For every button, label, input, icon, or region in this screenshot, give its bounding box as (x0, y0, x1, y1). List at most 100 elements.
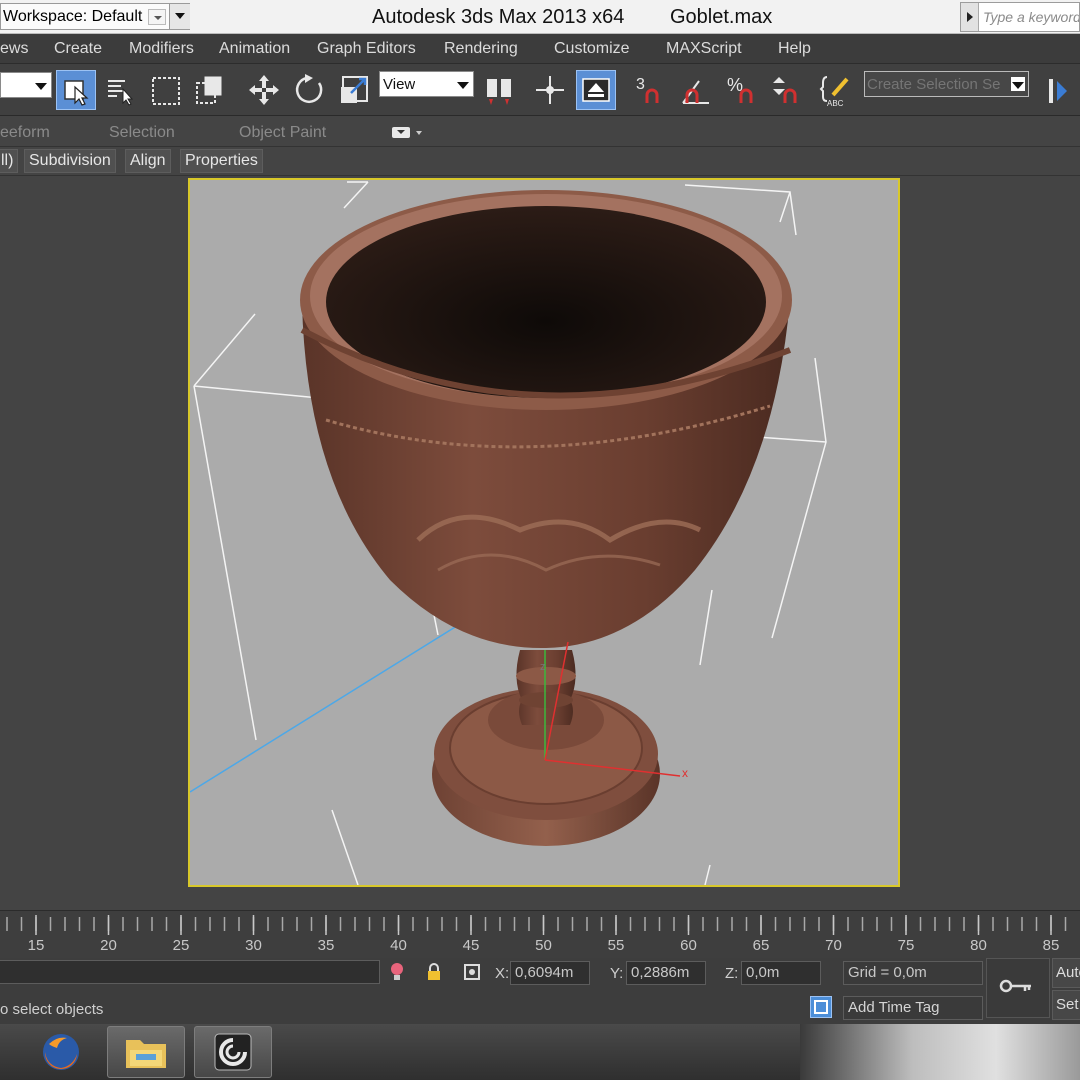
select-and-rotate-icon (295, 74, 323, 104)
z-coord-label: Z: (725, 965, 739, 982)
timeline-frame-label: 55 (608, 937, 625, 954)
angle-snap-button[interactable] (676, 70, 716, 110)
z-coord-field[interactable]: 0,0m (741, 961, 821, 985)
transform-mode-icon (464, 964, 480, 980)
menu-graph-editors[interactable]: Graph Editors (317, 40, 416, 58)
select-and-move-icon (249, 75, 279, 105)
angle-snap-icon (682, 80, 709, 104)
taskbar-3ds-max[interactable] (194, 1026, 272, 1078)
chevron-down-icon (456, 77, 470, 91)
snaps-toggle-button[interactable]: 3 (630, 70, 670, 110)
selection-lock-toggle[interactable] (423, 961, 445, 983)
panel-button-all[interactable]: ll) (0, 149, 19, 173)
panel-button-properties[interactable]: Properties (180, 149, 263, 173)
timeline-ruler: 15 20 25 30 35 40 45 50 55 60 65 70 75 80 85 (6, 915, 1067, 954)
timeline-frame-label: 15 (28, 937, 45, 954)
spinner-snap-button[interactable] (766, 70, 806, 110)
named-selection-sets-dropdown[interactable] (864, 71, 1029, 97)
quick-access-dropdown-button[interactable] (169, 4, 190, 29)
timeline-frame-label: 80 (970, 937, 987, 954)
title-bar: Workspace: Default Autodesk 3ds Max 2013… (0, 0, 1080, 34)
select-object-icon (64, 80, 89, 106)
panel-button-align[interactable]: Align (125, 149, 171, 173)
percent-snap-icon: % (727, 75, 753, 103)
x-coord-field[interactable]: 0,6094m (510, 961, 590, 985)
set-key-button[interactable] (986, 958, 1050, 1018)
timeline-frame-label: 45 (463, 937, 480, 954)
x-coord-label: X: (495, 965, 510, 982)
menu-customize[interactable]: Customize (554, 40, 630, 58)
menu-views[interactable]: ews (0, 40, 28, 58)
y-coord-field[interactable]: 0,2886m (626, 961, 706, 985)
add-time-tag-field[interactable]: Add Time Tag (843, 996, 983, 1020)
grid-size-field: Grid = 0,0m (843, 961, 983, 985)
spinner-snap-icon (773, 77, 797, 103)
menu-animation[interactable]: Animation (219, 40, 290, 58)
chevron-down-icon (34, 78, 48, 92)
reference-coordinate-dropdown[interactable]: View (379, 71, 474, 97)
named-selection-sets-input[interactable] (867, 74, 1007, 94)
select-by-name-button[interactable] (100, 70, 140, 110)
workspace-dropdown-arrow-icon[interactable] (148, 9, 166, 25)
timeline-frame-label: 75 (898, 937, 915, 954)
perspective-viewport[interactable]: x z (188, 178, 900, 887)
window-crossing-button[interactable] (190, 70, 230, 110)
timeline-frame-label: 30 (245, 937, 262, 954)
edit-named-selection-button[interactable]: ABC (816, 70, 856, 110)
infocenter-search[interactable] (960, 2, 1080, 32)
ribbon-options-button[interactable] (392, 125, 428, 141)
menu-modifiers[interactable]: Modifiers (129, 40, 194, 58)
maxscript-listener-field[interactable] (0, 960, 380, 984)
select-and-rotate-button[interactable] (290, 70, 330, 110)
use-pivot-center-button[interactable] (480, 70, 520, 110)
keyboard-shortcut-override-icon (582, 78, 610, 102)
mirror-button[interactable] (1040, 70, 1080, 110)
lock-icon (428, 963, 440, 980)
workspace-dropdown[interactable]: Workspace: Default (0, 3, 190, 30)
time-slider-track[interactable]: 15 20 25 30 35 40 45 50 55 60 65 70 75 80 85 (0, 910, 1080, 958)
ribbon-tab-freeform[interactable]: eeform (0, 124, 50, 142)
isolate-selection-button[interactable] (386, 961, 408, 983)
main-toolbar: View 3 % ABC Create Selection Se (0, 64, 1080, 116)
menu-create[interactable]: Create (54, 40, 102, 58)
ribbon-panel-row: ll) Subdivision Align Properties (0, 147, 1080, 176)
select-object-button[interactable] (56, 70, 96, 110)
snaps-toggle-icon: 3 (636, 76, 659, 103)
3ds-max-icon (214, 1033, 252, 1071)
status-bar: X: 0,6094m Y: 0,2886m Z: 0,0m Grid = 0,0… (0, 958, 1080, 1024)
workspace-label: Workspace: Default (3, 8, 143, 25)
time-tag-toggle[interactable] (810, 996, 832, 1018)
use-pivot-center-icon (487, 79, 511, 105)
desktop-wallpaper (800, 1024, 1080, 1080)
taskbar-firefox[interactable] (22, 1026, 100, 1078)
mirror-icon (1049, 79, 1067, 103)
percent-snap-button[interactable]: % (722, 70, 762, 110)
select-and-scale-button[interactable] (334, 70, 374, 110)
select-and-manipulate-button[interactable] (530, 70, 570, 110)
timeline-frame-label: 85 (1043, 937, 1060, 954)
menu-help[interactable]: Help (778, 40, 811, 58)
keyboard-shortcut-override-button[interactable] (576, 70, 616, 110)
auto-key-button[interactable]: Auto (1052, 958, 1080, 988)
ribbon-tab-selection[interactable]: Selection (109, 124, 175, 142)
ribbon-display-icon (392, 127, 410, 138)
x-axis-label: x (682, 766, 688, 780)
panel-button-subdivision[interactable]: Subdivision (24, 149, 116, 173)
file-title: Goblet.max (670, 6, 773, 28)
y-coord-label: Y: (610, 965, 624, 982)
menu-rendering[interactable]: Rendering (444, 40, 518, 58)
timeline-frame-label: 35 (318, 937, 335, 954)
absolute-relative-toggle[interactable] (461, 961, 483, 983)
set-key-mode-button[interactable]: Set (1052, 990, 1080, 1020)
timeline-frame-label: 65 (753, 937, 770, 954)
ribbon-tab-object-paint[interactable]: Object Paint (239, 124, 326, 142)
rectangular-region-button[interactable] (146, 70, 186, 110)
keyword-search-input[interactable] (983, 7, 1079, 27)
select-and-move-button[interactable] (244, 70, 284, 110)
search-expand-icon[interactable] (961, 3, 979, 31)
taskbar-file-explorer[interactable] (107, 1026, 185, 1078)
firefox-icon (43, 1034, 79, 1070)
selection-filter-dropdown[interactable] (0, 72, 52, 98)
timeline-frame-label: 25 (173, 937, 190, 954)
menu-maxscript[interactable]: MAXScript (666, 40, 742, 58)
